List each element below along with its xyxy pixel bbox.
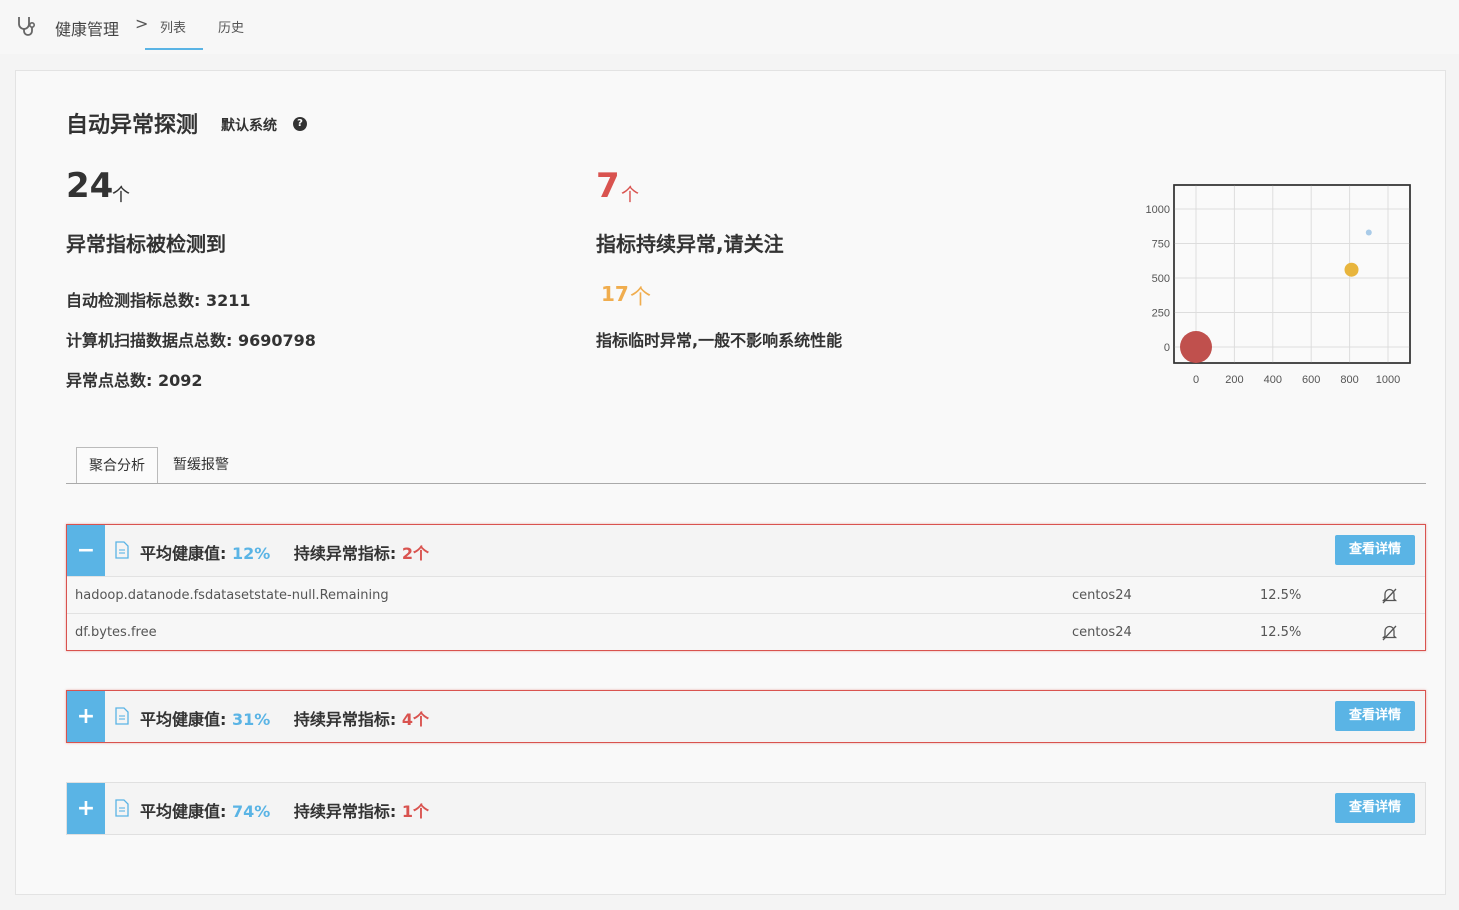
- detected-label: 异常指标被检测到: [66, 232, 226, 256]
- active-tab-indicator: [145, 48, 203, 50]
- metric-name: df.bytes.free: [75, 625, 157, 640]
- host-name: centos24: [1072, 625, 1132, 640]
- persistent-count: 7: [596, 166, 620, 206]
- expand-toggle[interactable]: +: [67, 783, 105, 834]
- collapse-toggle[interactable]: −: [67, 525, 105, 576]
- scatter-point: [1344, 262, 1359, 277]
- health-value: 12%: [231, 544, 271, 563]
- tabs-divider: [66, 483, 1426, 484]
- temporary-unit: 个: [630, 285, 651, 309]
- group-header[interactable]: + 平均健康值: 31% 持续异常指标: 4个 查看详情: [67, 691, 1425, 742]
- detected-unit: 个: [112, 185, 130, 206]
- group-summary: 平均健康值: 12% 持续异常指标: 2个: [140, 540, 429, 564]
- y-tick-label: 750: [1152, 239, 1170, 251]
- persistent-label: 持续异常指标:: [293, 710, 397, 729]
- top-nav: 健康管理 > 列表 历史: [0, 0, 1459, 54]
- scatter-point: [1365, 229, 1372, 236]
- y-tick-label: 0: [1164, 342, 1170, 354]
- nav-title[interactable]: 健康管理: [55, 16, 119, 40]
- view-details-button[interactable]: 查看详情: [1335, 793, 1415, 823]
- x-tick-label: 400: [1264, 374, 1282, 386]
- health-percent: 12.5%: [1260, 588, 1302, 603]
- persistent-label: 指标持续异常,请关注: [596, 232, 784, 256]
- table-row: hadoop.datanode.fsdatasetstate-null.Rema…: [67, 576, 1425, 613]
- system-name: 默认系统: [221, 118, 277, 134]
- y-tick-label: 500: [1152, 273, 1170, 285]
- chevron-right-icon: >: [135, 14, 149, 33]
- group-header[interactable]: − 平均健康值: 12% 持续异常指标: 2个 查看详情: [67, 525, 1425, 576]
- health-value: 31%: [231, 710, 271, 729]
- persistent-label: 持续异常指标:: [293, 802, 397, 821]
- anomaly-scatter-chart: 0 200 400 600 800 1000 1000 750 500 250 0: [1146, 184, 1411, 386]
- detected-count: 24: [66, 166, 114, 206]
- group-summary: 平均健康值: 31% 持续异常指标: 4个: [140, 706, 429, 730]
- view-details-button[interactable]: 查看详情: [1335, 535, 1415, 565]
- y-tick-label: 250: [1152, 308, 1170, 320]
- anomaly-group: + 平均健康值: 31% 持续异常指标: 4个 查看详情: [66, 690, 1426, 743]
- health-label: 平均健康值:: [140, 802, 227, 821]
- help-icon[interactable]: ?: [293, 117, 307, 131]
- health-label: 平均健康值:: [140, 710, 227, 729]
- metric-name: hadoop.datanode.fsdatasetstate-null.Rema…: [75, 588, 389, 603]
- nav-tab-list[interactable]: 列表: [160, 17, 186, 36]
- health-label: 平均健康值:: [140, 544, 227, 563]
- scatter-point: [1180, 331, 1212, 363]
- page-title: 自动异常探测: [66, 113, 199, 138]
- tab-snoozed-alerts[interactable]: 暂缓报警: [166, 447, 236, 484]
- plot-area: [1173, 184, 1411, 364]
- x-tick-label: 0: [1193, 374, 1199, 386]
- main-card: 自动异常探测 默认系统 ? 24 个 异常指标被检测到 自动检测指标总数: 32…: [15, 70, 1446, 895]
- temporary-label: 指标临时异常,一般不影响系统性能: [596, 331, 843, 350]
- total-metrics: 自动检测指标总数: 3211: [66, 291, 251, 310]
- view-details-button[interactable]: 查看详情: [1335, 701, 1415, 731]
- stethoscope-icon: [18, 17, 36, 36]
- health-percent: 12.5%: [1260, 625, 1302, 640]
- anomaly-group: + 平均健康值: 74% 持续异常指标: 1个 查看详情: [66, 782, 1426, 835]
- total-anomalies: 异常点总数: 2092: [66, 371, 203, 390]
- document-icon: [115, 541, 129, 559]
- x-tick-label: 600: [1302, 374, 1320, 386]
- x-tick-label: 800: [1340, 374, 1358, 386]
- nav-tab-history[interactable]: 历史: [218, 17, 244, 36]
- group-header[interactable]: + 平均健康值: 74% 持续异常指标: 1个 查看详情: [67, 783, 1425, 834]
- temporary-count: 17: [601, 282, 629, 306]
- host-name: centos24: [1072, 588, 1132, 603]
- document-icon: [115, 707, 129, 725]
- health-value: 74%: [231, 802, 271, 821]
- persistent-unit: 个: [621, 185, 639, 206]
- persistent-value: 2个: [401, 544, 429, 563]
- mute-alert-icon[interactable]: [1381, 587, 1398, 604]
- expand-toggle[interactable]: +: [67, 691, 105, 742]
- tab-aggregate-analysis[interactable]: 聚合分析: [76, 447, 158, 484]
- x-tick-label: 200: [1225, 374, 1243, 386]
- persistent-label: 持续异常指标:: [293, 544, 397, 563]
- table-row: df.bytes.free centos24 12.5%: [67, 613, 1425, 650]
- anomaly-group: − 平均健康值: 12% 持续异常指标: 2个 查看详情 hadoop.data…: [66, 524, 1426, 651]
- document-icon: [115, 799, 129, 817]
- x-tick-label: 1000: [1376, 374, 1400, 386]
- total-datapoints: 计算机扫描数据点总数: 9690798: [66, 331, 316, 350]
- persistent-value: 4个: [401, 710, 429, 729]
- persistent-value: 1个: [401, 802, 429, 821]
- mute-alert-icon[interactable]: [1381, 624, 1398, 641]
- y-tick-label: 1000: [1146, 204, 1170, 216]
- group-summary: 平均健康值: 74% 持续异常指标: 1个: [140, 798, 429, 822]
